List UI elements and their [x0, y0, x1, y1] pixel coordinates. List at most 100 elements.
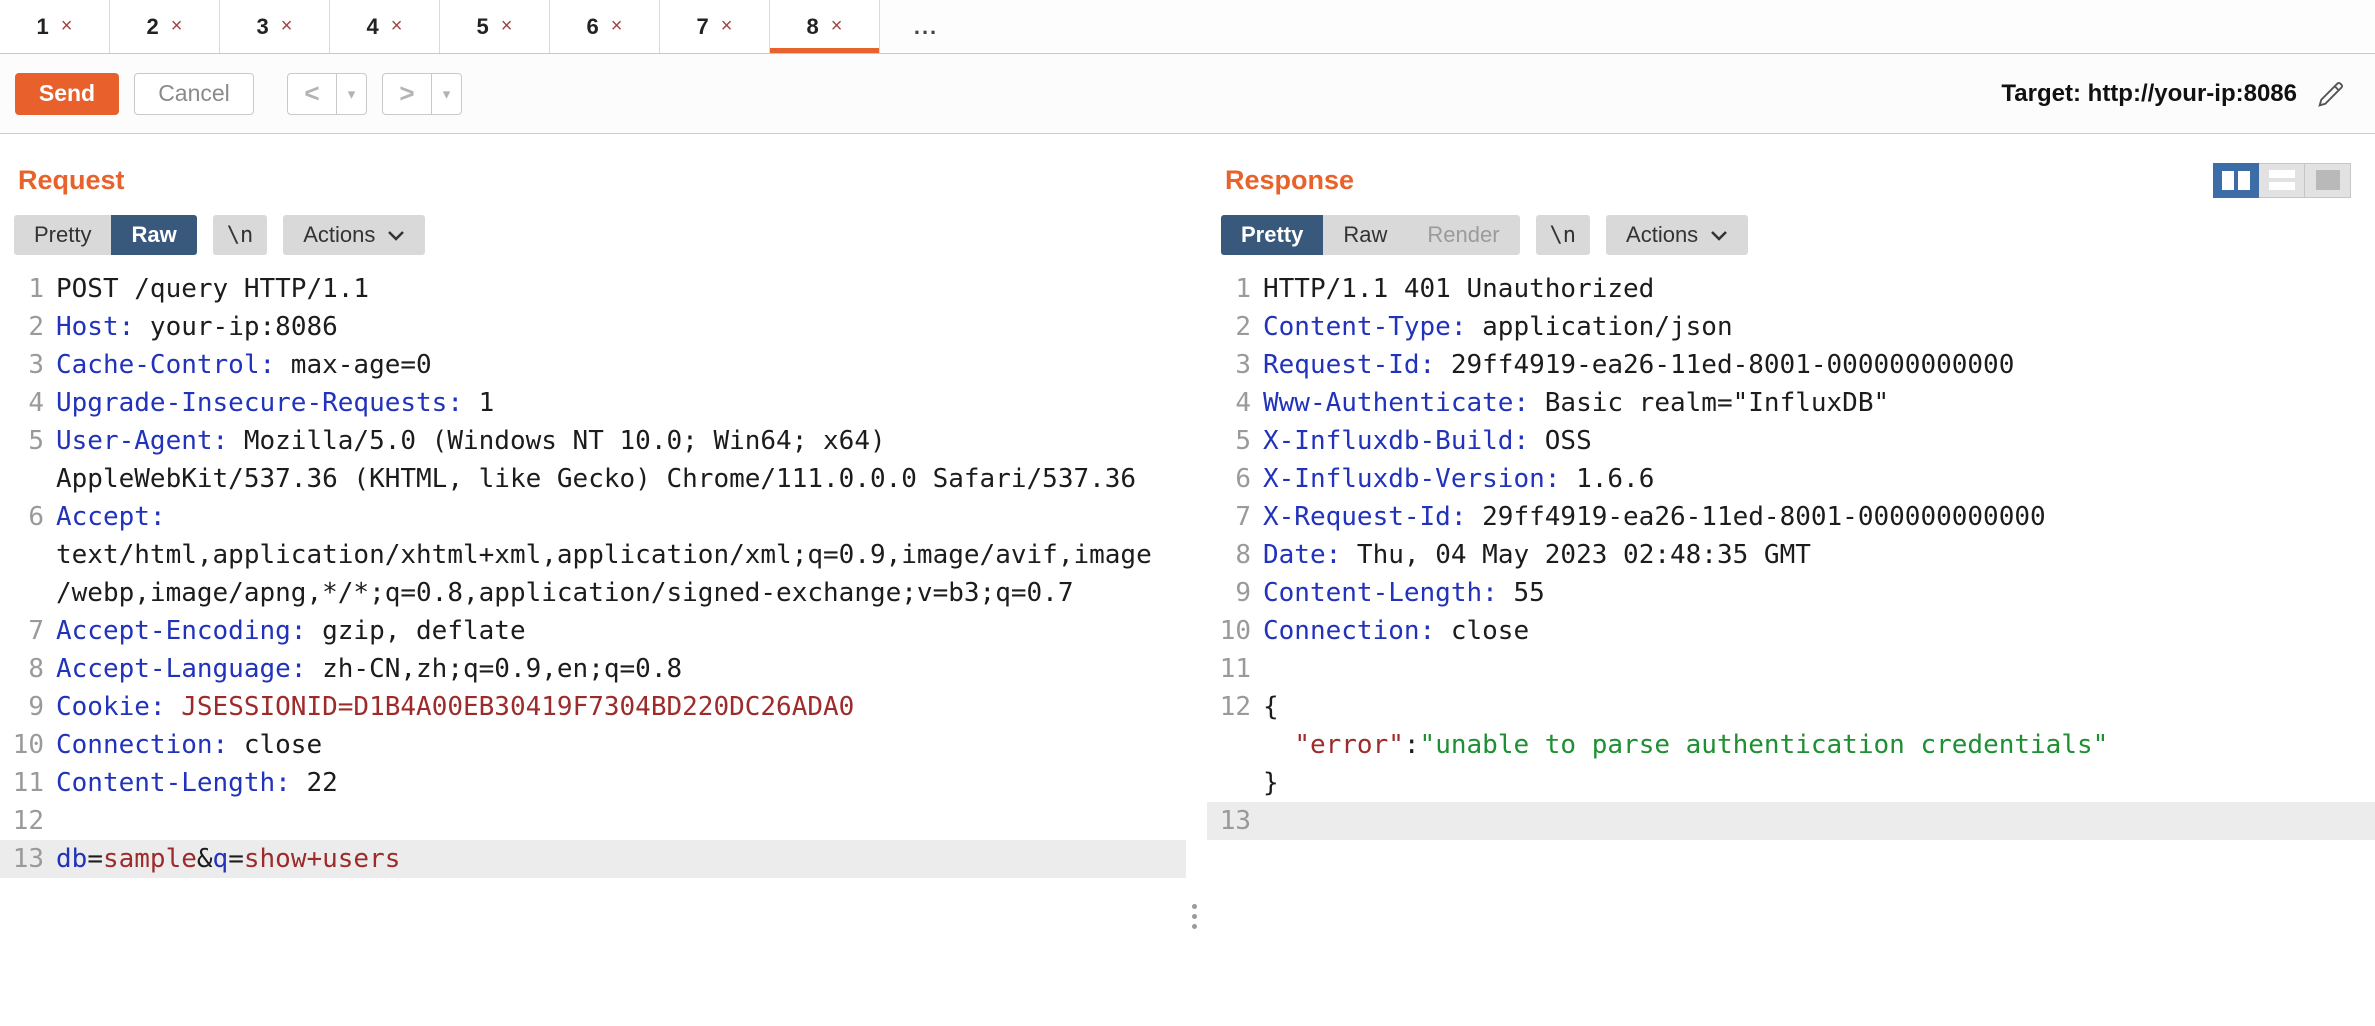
history-back-dropdown[interactable]: ▾: [336, 74, 366, 114]
response-panel-header: Response: [1207, 134, 2375, 200]
editor-line[interactable]: 11Content-Length: 22: [0, 764, 1186, 802]
editor-line[interactable]: "error":"unable to parse authentication …: [1207, 726, 2375, 764]
tab-close-icon[interactable]: ×: [61, 15, 73, 38]
code-segment: Accept-Encoding:: [56, 616, 306, 646]
history-forward-dropdown[interactable]: ▾: [431, 74, 461, 114]
editor-line[interactable]: 3Cache-Control: max-age=0: [0, 346, 1186, 384]
code-segment: Content-Length:: [56, 768, 291, 798]
editor-line[interactable]: 2Content-Type: application/json: [1207, 308, 2375, 346]
layout-rows-button[interactable]: [2259, 163, 2305, 198]
editor-line[interactable]: 7X-Request-Id: 29ff4919-ea26-11ed-8001-0…: [1207, 498, 2375, 536]
layout-single-button[interactable]: [2305, 163, 2351, 198]
target-value: http://your-ip:8086: [2088, 80, 2297, 107]
editor-line[interactable]: 9Cookie: JSESSIONID=D1B4A00EB30419F7304B…: [0, 688, 1186, 726]
response-format-tabs: Pretty Raw Render: [1221, 215, 1520, 255]
code-segment: Cookie:: [56, 692, 166, 722]
tab-close-icon[interactable]: ×: [721, 15, 733, 38]
repeater-tab-8[interactable]: 8×: [770, 0, 880, 53]
layout-columns-button[interactable]: [2213, 163, 2259, 198]
repeater-tab-2[interactable]: 2×: [110, 0, 220, 53]
line-content: Connection: close: [56, 726, 322, 764]
tab-close-icon[interactable]: ×: [611, 15, 623, 38]
editor-line[interactable]: 3Request-Id: 29ff4919-ea26-11ed-8001-000…: [1207, 346, 2375, 384]
editor-line[interactable]: 11: [1207, 650, 2375, 688]
code-segment: X-Influxdb-Version:: [1263, 464, 1560, 494]
code-segment: X-Influxdb-Build:: [1263, 426, 1529, 456]
response-tab-pretty[interactable]: Pretty: [1221, 215, 1323, 255]
editor-line[interactable]: 5User-Agent: Mozilla/5.0 (Windows NT 10.…: [0, 422, 1186, 460]
repeater-tab-1[interactable]: 1×: [0, 0, 110, 53]
repeater-tab-5[interactable]: 5×: [440, 0, 550, 53]
editor-line[interactable]: /webp,image/apng,*/*;q=0.8,application/s…: [0, 574, 1186, 612]
line-content: Accept-Language: zh-CN,zh;q=0.9,en;q=0.8: [56, 650, 682, 688]
repeater-tab-7[interactable]: 7×: [660, 0, 770, 53]
request-panel: Request Pretty Raw \n Actions 1POST /que…: [0, 134, 1186, 1025]
editor-line[interactable]: 6X-Influxdb-Version: 1.6.6: [1207, 460, 2375, 498]
send-button[interactable]: Send: [15, 73, 119, 115]
editor-line[interactable]: 1POST /query HTTP/1.1: [0, 270, 1186, 308]
code-segment: Mozilla/5.0 (Windows NT 10.0; Win64; x64…: [228, 426, 885, 456]
editor-line[interactable]: AppleWebKit/537.36 (KHTML, like Gecko) C…: [0, 460, 1186, 498]
history-forward-button[interactable]: >: [383, 74, 431, 114]
history-back-button[interactable]: <: [288, 74, 336, 114]
editor-line[interactable]: 2Host: your-ip:8086: [0, 308, 1186, 346]
line-content: "error":"unable to parse authentication …: [1263, 726, 2108, 764]
line-number: 5: [1207, 422, 1251, 460]
editor-line[interactable]: 10Connection: close: [0, 726, 1186, 764]
request-actions-dropdown[interactable]: Actions: [283, 215, 425, 255]
repeater-tab-3[interactable]: 3×: [220, 0, 330, 53]
tab-close-icon[interactable]: ×: [831, 15, 843, 38]
request-newline-toggle[interactable]: \n: [213, 215, 268, 255]
editor-line[interactable]: 6Accept:: [0, 498, 1186, 536]
line-content: POST /query HTTP/1.1: [56, 270, 369, 308]
line-number: 13: [1207, 802, 1251, 840]
panel-splitter[interactable]: [1186, 134, 1207, 1025]
tab-close-icon[interactable]: ×: [281, 15, 293, 38]
editor-line[interactable]: 13: [1207, 802, 2375, 840]
repeater-tab-4[interactable]: 4×: [330, 0, 440, 53]
tab-close-icon[interactable]: ×: [391, 15, 403, 38]
editor-line[interactable]: 13db=sample&q=show+users: [0, 840, 1186, 878]
edit-target-button[interactable]: [2315, 78, 2347, 110]
editor-line[interactable]: 8Date: Thu, 04 May 2023 02:48:35 GMT: [1207, 536, 2375, 574]
response-actions-dropdown[interactable]: Actions: [1606, 215, 1748, 255]
response-tab-raw[interactable]: Raw: [1323, 215, 1407, 255]
response-panel: Response Pretty Raw Render \n Actions: [1207, 134, 2375, 1025]
code-segment: Upgrade-Insecure-Requests:: [56, 388, 463, 418]
code-segment: close: [228, 730, 322, 760]
code-segment: 1.6.6: [1560, 464, 1654, 494]
editor-line[interactable]: 7Accept-Encoding: gzip, deflate: [0, 612, 1186, 650]
editor-line[interactable]: }: [1207, 764, 2375, 802]
line-number: [0, 460, 44, 498]
repeater-tab-6[interactable]: 6×: [550, 0, 660, 53]
editor-line[interactable]: 4Www-Authenticate: Basic realm="InfluxDB…: [1207, 384, 2375, 422]
history-back-group: < ▾: [287, 73, 367, 115]
code-segment: Connection:: [1263, 616, 1435, 646]
tabs-overflow[interactable]: ...: [880, 0, 972, 53]
line-number: [0, 574, 44, 612]
repeater-tab-bar: 1×2×3×4×5×6×7×8×...: [0, 0, 2375, 54]
editor-line[interactable]: 1HTTP/1.1 401 Unauthorized: [1207, 270, 2375, 308]
editor-line[interactable]: 8Accept-Language: zh-CN,zh;q=0.9,en;q=0.…: [0, 650, 1186, 688]
editor-line[interactable]: 10Connection: close: [1207, 612, 2375, 650]
response-newline-toggle[interactable]: \n: [1536, 215, 1591, 255]
request-tab-pretty[interactable]: Pretty: [14, 215, 111, 255]
editor-line[interactable]: 12{: [1207, 688, 2375, 726]
editor-line[interactable]: 5X-Influxdb-Build: OSS: [1207, 422, 2375, 460]
editor-line[interactable]: 4Upgrade-Insecure-Requests: 1: [0, 384, 1186, 422]
tab-close-icon[interactable]: ×: [171, 15, 183, 38]
editor-line[interactable]: 9Content-Length: 55: [1207, 574, 2375, 612]
request-editor[interactable]: 1POST /query HTTP/1.12Host: your-ip:8086…: [0, 270, 1186, 1025]
code-segment: gzip, deflate: [306, 616, 525, 646]
request-tab-raw[interactable]: Raw: [111, 215, 196, 255]
line-content: Upgrade-Insecure-Requests: 1: [56, 384, 494, 422]
cancel-button[interactable]: Cancel: [134, 73, 254, 115]
editor-line[interactable]: text/html,application/xhtml+xml,applicat…: [0, 536, 1186, 574]
response-editor[interactable]: 1HTTP/1.1 401 Unauthorized2Content-Type:…: [1207, 270, 2375, 1025]
code-segment: 22: [291, 768, 338, 798]
code-segment: max-age=0: [275, 350, 432, 380]
editor-line[interactable]: 12: [0, 802, 1186, 840]
code-segment: text/html,application/xhtml+xml,applicat…: [56, 540, 1152, 570]
request-view-tabs: Pretty Raw \n Actions: [0, 200, 1186, 256]
tab-close-icon[interactable]: ×: [501, 15, 513, 38]
